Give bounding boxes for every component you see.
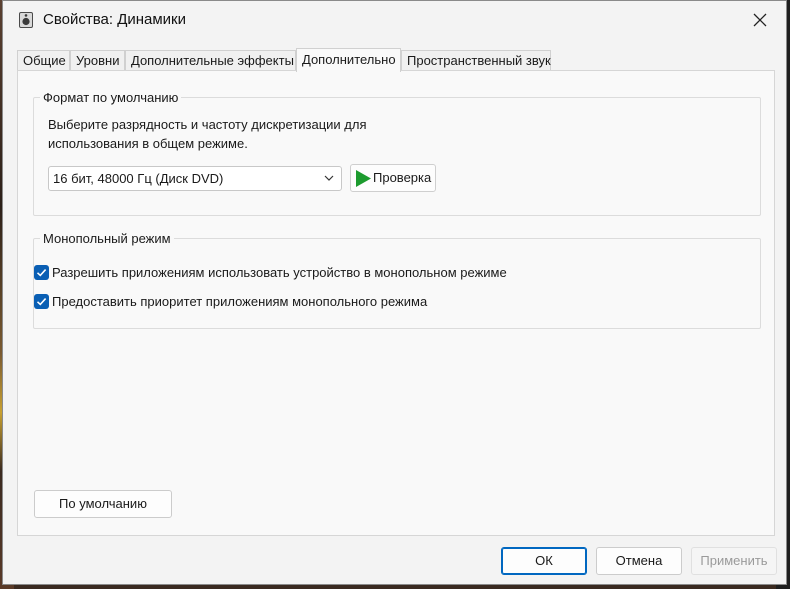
default-format-legend: Формат по умолчанию (43, 90, 179, 105)
speaker-icon (19, 12, 33, 28)
format-select-value: 16 бит, 48000 Гц (Диск DVD) (53, 171, 224, 186)
tab-levels[interactable]: Уровни (70, 50, 125, 71)
tab-panel-advanced: Формат по умолчанию Выберите разрядность… (17, 70, 775, 536)
tab-advanced[interactable]: Дополнительно (296, 48, 401, 72)
default-format-group: Формат по умолчанию (33, 90, 761, 216)
checkmark-icon (34, 294, 49, 309)
restore-defaults-button[interactable]: По умолчанию (34, 490, 172, 518)
ok-button[interactable]: ОК (501, 547, 587, 575)
test-button[interactable]: Проверка (350, 164, 436, 192)
format-select[interactable]: 16 бит, 48000 Гц (Диск DVD) (48, 166, 342, 191)
window-title: Свойства: Динамики (43, 11, 186, 28)
apply-button[interactable]: Применить (691, 547, 777, 575)
allow-exclusive-label: Разрешить приложениям использовать устро… (52, 265, 507, 280)
tab-enhancements[interactable]: Дополнительные эффекты (125, 50, 296, 71)
default-format-description: Выберите разрядность и частоту дискретиз… (48, 117, 367, 151)
play-icon (355, 170, 371, 190)
exclusive-mode-group: Монопольный режим (33, 231, 761, 329)
exclusive-mode-legend: Монопольный режим (43, 231, 171, 246)
tab-spatial-sound[interactable]: Пространственный звук (401, 50, 551, 71)
tab-general[interactable]: Общие (17, 50, 70, 71)
cancel-button[interactable]: Отмена (596, 547, 682, 575)
title-bar: Свойства: Динамики (3, 1, 786, 39)
properties-dialog: Свойства: Динамики Общие Уровни Дополнит… (2, 0, 787, 585)
chevron-down-icon (323, 172, 335, 187)
close-icon (753, 13, 767, 27)
checkmark-icon (34, 265, 49, 280)
close-button[interactable] (750, 10, 770, 30)
test-button-label: Проверка (373, 170, 432, 185)
exclusive-priority-label: Предоставить приоритет приложениям моноп… (52, 294, 428, 309)
